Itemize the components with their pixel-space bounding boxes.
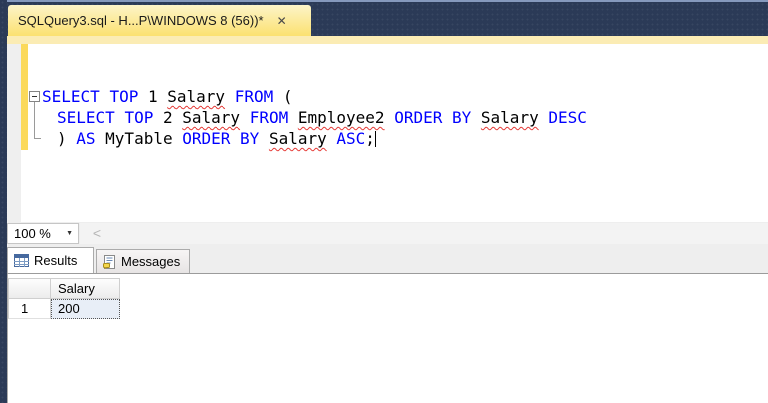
sql-keyword: DESC [548, 108, 587, 127]
editor-bottom-bar: < 100 % ▼ [0, 222, 768, 245]
results-grid: Salary 1 200 [8, 278, 120, 319]
sql-identifier-squiggle: Salary [268, 129, 327, 148]
zoom-level-dropdown[interactable]: 100 % ▼ [7, 223, 79, 244]
code-line-3[interactable]: ) AS MyTable ORDER BY Salary ASC; [57, 128, 587, 149]
active-tab-accent-band [7, 36, 768, 44]
sql-identifier-squiggle: Salary [167, 87, 226, 106]
grid-header-row: Salary [8, 278, 120, 299]
sql-keyword: ASC [336, 129, 366, 148]
tab-results-label: Results [34, 253, 78, 268]
scroll-left-arrow-icon[interactable]: < [88, 223, 106, 244]
sql-identifier-squiggle: Salary [480, 108, 539, 127]
code-line-1[interactable]: SELECT TOP 1 Salary FROM ( [42, 86, 587, 107]
tab-messages[interactable]: Messages [96, 249, 190, 273]
grid-column-header-salary[interactable]: Salary [51, 278, 120, 299]
zoom-level-value: 100 % [14, 226, 51, 241]
results-tab-strip: Results Messages [0, 245, 768, 273]
grid-corner-cell[interactable] [8, 278, 51, 299]
code-area[interactable]: SELECT TOP 1 Salary FROM ( SELECT TOP 2 … [42, 86, 587, 149]
sql-identifier-squiggle: Salary [182, 108, 241, 127]
sql-identifier-squiggle: Employee2 [297, 108, 385, 127]
sql-keyword: ORDER BY [394, 108, 472, 127]
document-tab-title: SQLQuery3.sql - H...P\WINDOWS 8 (56))* [18, 13, 264, 28]
editor-indicator-margin [7, 44, 21, 222]
window-left-edge [0, 0, 7, 403]
tab-messages-label: Messages [121, 254, 181, 269]
document-tab-strip: SQLQuery3.sql - H...P\WINDOWS 8 (56))* ✕ [0, 0, 768, 36]
sql-keyword: TOP [109, 87, 139, 106]
sql-keyword: AS [76, 129, 96, 148]
grid-row-header[interactable]: 1 [8, 299, 51, 319]
sql-keyword: SELECT [42, 87, 100, 106]
sql-keyword: FROM [234, 87, 274, 106]
outline-guide-end [34, 138, 41, 139]
messages-icon [103, 254, 115, 269]
grid-cell-salary[interactable]: 200 [51, 299, 120, 319]
sql-editor[interactable]: SELECT TOP 1 Salary FROM ( SELECT TOP 2 … [0, 44, 768, 222]
sql-keyword: SELECT [57, 108, 115, 127]
sql-keyword: TOP [124, 108, 154, 127]
document-tab[interactable]: SQLQuery3.sql - H...P\WINDOWS 8 (56))* ✕ [8, 5, 311, 36]
code-line-2[interactable]: SELECT TOP 2 Salary FROM Employee2 ORDER… [57, 107, 587, 128]
horizontal-scrollbar[interactable]: < [80, 223, 768, 244]
track-changes-bar [21, 44, 28, 150]
tab-results[interactable]: Results [7, 247, 94, 273]
text-cursor [374, 131, 376, 147]
sql-keyword: FROM [249, 108, 289, 127]
sql-keyword: ORDER BY [182, 129, 260, 148]
results-grid-pane: Salary 1 200 [0, 273, 768, 403]
ssms-window: SQLQuery3.sql - H...P\WINDOWS 8 (56))* ✕… [0, 0, 768, 403]
table-row: 1 200 [8, 299, 120, 319]
chevron-down-icon[interactable]: ▼ [66, 230, 73, 237]
outline-collapse-icon[interactable] [29, 91, 40, 102]
outline-guide-line [34, 102, 35, 138]
close-icon[interactable]: ✕ [277, 15, 287, 27]
results-grid-icon [14, 254, 29, 267]
